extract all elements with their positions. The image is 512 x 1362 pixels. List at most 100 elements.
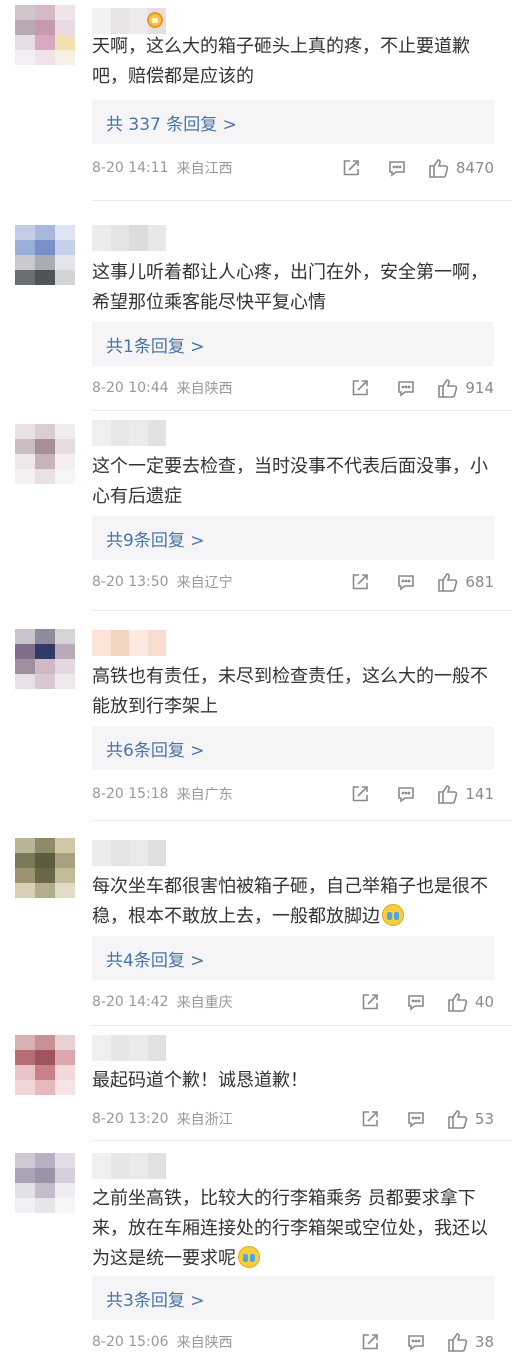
comment-location: 来自广东 bbox=[176, 787, 233, 803]
comment-icon[interactable] bbox=[395, 783, 417, 805]
share-icon[interactable] bbox=[359, 991, 381, 1013]
nickname-pixel bbox=[110, 1035, 129, 1061]
avatar-pixel bbox=[15, 424, 35, 439]
avatar-pixel bbox=[15, 240, 35, 255]
view-replies-link[interactable]: 共6条回复 > bbox=[92, 726, 494, 770]
share-icon[interactable] bbox=[349, 783, 371, 805]
share-icon[interactable] bbox=[349, 377, 371, 399]
avatar[interactable] bbox=[15, 424, 75, 484]
like-button[interactable]: 681 bbox=[437, 571, 494, 593]
comment-meta: 8-20 14:11 来自江西 8470 bbox=[92, 157, 494, 179]
avatar-pixel bbox=[35, 1183, 55, 1198]
like-button[interactable]: 8470 bbox=[428, 157, 494, 179]
like-icon bbox=[429, 159, 449, 178]
nickname-blurred[interactable] bbox=[92, 1035, 166, 1061]
nickname-blurred[interactable] bbox=[92, 630, 166, 656]
view-replies-link[interactable]: 共 337 条回复 > bbox=[92, 100, 494, 144]
comment-icon[interactable] bbox=[405, 991, 427, 1013]
avatar-pixel bbox=[55, 629, 75, 644]
avatar-pixel bbox=[55, 469, 75, 484]
nickname-pixel bbox=[92, 420, 111, 446]
nickname-blurred[interactable] bbox=[92, 840, 166, 866]
like-button[interactable]: 914 bbox=[437, 377, 494, 399]
avatar-pixel bbox=[15, 1050, 35, 1065]
avatar-pixel bbox=[15, 1035, 35, 1050]
comment-icon[interactable] bbox=[386, 157, 408, 179]
avatar-pixel bbox=[15, 225, 35, 240]
avatar-pixel bbox=[15, 5, 35, 20]
avatar-pixel bbox=[35, 1065, 55, 1080]
avatar-pixel bbox=[35, 1153, 55, 1168]
nickname-blurred[interactable] bbox=[92, 225, 166, 251]
avatar-pixel bbox=[35, 838, 55, 853]
nickname-pixel bbox=[92, 630, 111, 656]
avatar[interactable] bbox=[15, 1035, 75, 1095]
comment-meta: 8-20 10:44 来自陕西 914 bbox=[92, 377, 494, 399]
avatar[interactable] bbox=[15, 225, 75, 285]
avatar-pixel bbox=[55, 659, 75, 674]
crying-emoji-icon bbox=[238, 1246, 260, 1268]
avatar-pixel bbox=[55, 1183, 75, 1198]
comment-location: 来自辽宁 bbox=[176, 575, 233, 591]
avatar-pixel bbox=[35, 644, 55, 659]
avatar-pixel bbox=[55, 644, 75, 659]
avatar-pixel bbox=[35, 659, 55, 674]
comment-icon[interactable] bbox=[405, 1108, 427, 1130]
share-icon[interactable] bbox=[349, 571, 371, 593]
avatar-pixel bbox=[35, 853, 55, 868]
share-icon[interactable] bbox=[359, 1331, 381, 1353]
view-replies-link[interactable]: 共3条回复 > bbox=[92, 1276, 494, 1320]
nickname-pixel bbox=[110, 420, 129, 446]
like-icon bbox=[448, 1110, 468, 1129]
nickname-pixel bbox=[110, 8, 129, 34]
like-icon bbox=[448, 993, 468, 1012]
nickname-pixel bbox=[110, 1153, 129, 1179]
avatar-pixel bbox=[35, 469, 55, 484]
nickname-pixel bbox=[92, 8, 111, 34]
nickname-pixel bbox=[147, 1153, 166, 1179]
nickname-blurred[interactable] bbox=[92, 1153, 166, 1179]
nickname-pixel bbox=[129, 630, 148, 656]
share-icon[interactable] bbox=[359, 1108, 381, 1130]
like-count: 8470 bbox=[455, 159, 494, 177]
avatar-pixel bbox=[35, 225, 55, 240]
avatar-pixel bbox=[55, 5, 75, 20]
avatar-pixel bbox=[55, 1080, 75, 1095]
view-replies-link[interactable]: 共1条回复 > bbox=[92, 322, 494, 366]
comment-date: 8-20 14:42 bbox=[92, 994, 169, 1010]
nickname-blurred[interactable] bbox=[92, 420, 166, 446]
avatar-pixel bbox=[35, 5, 55, 20]
view-replies-link[interactable]: 共9条回复 > bbox=[92, 516, 494, 560]
avatar-pixel bbox=[15, 50, 35, 65]
like-button[interactable]: 40 bbox=[447, 991, 494, 1013]
avatar-pixel bbox=[55, 240, 75, 255]
like-button[interactable]: 141 bbox=[437, 783, 494, 805]
like-button[interactable]: 38 bbox=[447, 1331, 494, 1353]
avatar-pixel bbox=[35, 270, 55, 285]
avatar-pixel bbox=[15, 1153, 35, 1168]
avatar[interactable] bbox=[15, 1153, 75, 1213]
comment-meta: 8-20 13:50 来自辽宁 681 bbox=[92, 571, 494, 593]
like-button[interactable]: 53 bbox=[447, 1108, 494, 1130]
avatar-pixel bbox=[35, 674, 55, 689]
avatar[interactable] bbox=[15, 838, 75, 898]
comment-text: 这个一定要去检查，当时没事不代表后面没事，小心有后遗症 bbox=[92, 456, 488, 507]
avatar-pixel bbox=[15, 1198, 35, 1213]
avatar[interactable] bbox=[15, 5, 75, 65]
like-count: 141 bbox=[465, 785, 494, 803]
comment-icon[interactable] bbox=[405, 1331, 427, 1353]
nickname-pixel bbox=[129, 225, 148, 251]
comment-icon[interactable] bbox=[395, 571, 417, 593]
comment-icon[interactable] bbox=[395, 377, 417, 399]
view-replies-link[interactable]: 共4条回复 > bbox=[92, 936, 494, 980]
avatar-pixel bbox=[15, 659, 35, 674]
divider bbox=[92, 200, 512, 201]
comment-text: 高铁也有责任，未尽到检查责任，这么大的一般不能放到行李架上 bbox=[92, 666, 488, 717]
avatar[interactable] bbox=[15, 629, 75, 689]
avatar-pixel bbox=[15, 629, 35, 644]
comment-location: 来自重庆 bbox=[176, 995, 233, 1011]
share-icon[interactable] bbox=[340, 157, 362, 179]
avatar-pixel bbox=[55, 1065, 75, 1080]
nickname-pixel bbox=[92, 1035, 111, 1061]
divider bbox=[92, 1140, 512, 1141]
